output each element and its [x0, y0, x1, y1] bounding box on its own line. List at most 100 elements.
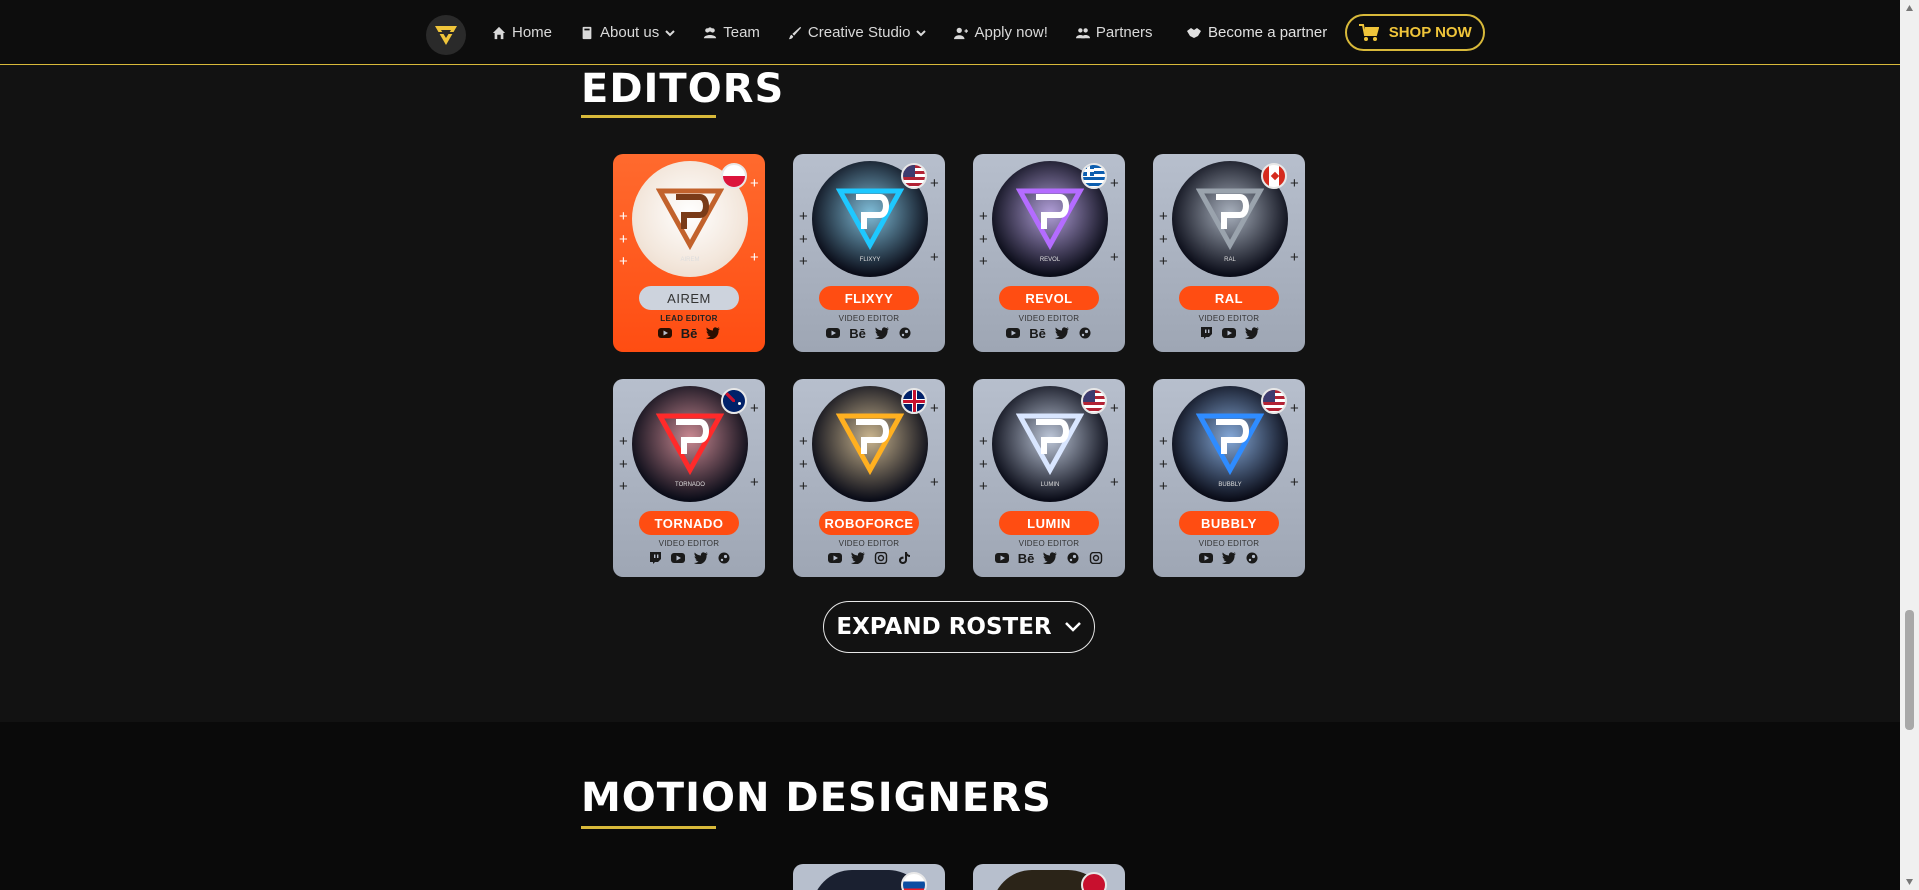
editor-name: AIREM	[639, 286, 739, 310]
scroll-up-icon[interactable]	[1905, 4, 1914, 12]
top-navbar: Home About us Team Creative Studio Apply now…	[0, 0, 1900, 65]
instagram-icon[interactable]	[1089, 551, 1103, 565]
editor-card[interactable]: + + + + + REVOL REVOL VIDEO EDITOR Bē	[973, 154, 1125, 352]
twitch-icon[interactable]	[1199, 326, 1213, 340]
editor-role: VIDEO EDITOR	[838, 314, 900, 323]
site-logo[interactable]	[426, 15, 466, 55]
book-icon	[582, 26, 592, 39]
motion-designer-card[interactable]	[973, 864, 1125, 890]
plus-decoration-icon: +	[1159, 456, 1168, 473]
twitter-icon[interactable]	[693, 551, 708, 565]
plus-decoration-icon: +	[799, 208, 808, 225]
editor-logo-label: RAL	[1224, 257, 1236, 263]
nav-item-apply-now[interactable]: Apply now!	[954, 24, 1048, 41]
social-links	[793, 551, 945, 565]
twitter-icon[interactable]	[706, 326, 721, 340]
twitter-icon[interactable]	[850, 551, 865, 565]
editor-role: VIDEO EDITOR	[1198, 314, 1260, 323]
editor-card[interactable]: + + + + + ROBOFORCE VIDEO EDITOR	[793, 379, 945, 577]
plus-decoration-icon: +	[750, 400, 759, 417]
scroll-down-icon[interactable]	[1905, 878, 1914, 886]
steam-icon[interactable]	[1078, 326, 1092, 340]
page-scrollbar[interactable]	[1900, 0, 1919, 890]
editor-card[interactable]: + + + + + BUBBLY BUBBLY VIDEO EDITOR	[1153, 379, 1305, 577]
logo-icon	[435, 26, 457, 45]
steam-icon[interactable]	[1066, 551, 1080, 565]
shop-now-button[interactable]: SHOP NOW	[1345, 14, 1486, 51]
editor-card[interactable]: + + + + + LUMIN LUMIN VIDEO EDITOR Bē	[973, 379, 1125, 577]
editor-name: ROBOFORCE	[819, 511, 919, 535]
editor-card[interactable]: + + + + + AIREM AIREM LEAD EDITOR Bē	[613, 154, 765, 352]
editor-name: BUBBLY	[1179, 511, 1279, 535]
nav-item-creative-studio[interactable]: Creative Studio	[788, 24, 927, 41]
editor-logo-icon	[656, 413, 724, 476]
nav-item-home[interactable]: Home	[492, 24, 552, 41]
youtube-icon[interactable]	[1222, 326, 1236, 340]
twitch-icon[interactable]	[648, 551, 662, 565]
scrollbar-thumb[interactable]	[1905, 610, 1914, 730]
youtube-icon[interactable]	[670, 551, 685, 565]
nav-item-label: Creative Studio	[807, 24, 911, 41]
plus-decoration-icon: +	[619, 208, 628, 225]
steam-icon[interactable]	[717, 551, 731, 565]
plus-decoration-icon: +	[1159, 231, 1168, 248]
motion-designer-card[interactable]	[793, 864, 945, 890]
editor-card[interactable]: + + + + + TORNADO TORNADO VIDEO EDITOR	[613, 379, 765, 577]
twitter-icon[interactable]	[1043, 551, 1058, 565]
editors-heading: EDITORS	[581, 66, 785, 112]
plus-decoration-icon: +	[1290, 474, 1299, 491]
nav-item-label: Apply now!	[974, 24, 1048, 41]
plus-decoration-icon: +	[979, 253, 988, 270]
nav-item-about-us[interactable]: About us	[580, 24, 675, 41]
twitter-icon[interactable]	[1054, 326, 1069, 340]
editor-role: VIDEO EDITOR	[838, 539, 900, 548]
youtube-icon[interactable]	[1006, 326, 1021, 340]
nav-item-team[interactable]: Team	[703, 24, 760, 41]
twitter-icon[interactable]	[1245, 326, 1259, 340]
editor-name: RAL	[1179, 286, 1279, 310]
nav-item-label: Partners	[1095, 24, 1153, 41]
become-partner-link[interactable]: Become a partner	[1186, 24, 1327, 41]
shop-now-label: SHOP NOW	[1388, 24, 1472, 41]
behance-icon[interactable]: Bē	[1018, 551, 1035, 566]
editor-card[interactable]: + + + + + RAL RAL VIDEO EDITOR	[1153, 154, 1305, 352]
nav-item-label: Team	[723, 24, 760, 41]
steam-icon[interactable]	[1245, 551, 1259, 565]
plus-decoration-icon: +	[1110, 175, 1119, 192]
youtube-icon[interactable]	[1199, 551, 1213, 565]
twitter-icon[interactable]	[1222, 551, 1236, 565]
become-partner-label: Become a partner	[1208, 24, 1328, 41]
youtube-icon[interactable]	[827, 551, 842, 565]
editor-role: VIDEO EDITOR	[1018, 314, 1080, 323]
steam-icon[interactable]	[898, 326, 912, 340]
plus-decoration-icon: +	[1159, 253, 1168, 270]
editor-logo-label: TORNADO	[675, 482, 705, 488]
expand-roster-button[interactable]: EXPAND ROSTER	[823, 601, 1095, 653]
editor-logo-icon	[1016, 413, 1084, 476]
behance-icon[interactable]: Bē	[1029, 326, 1046, 341]
plus-decoration-icon: +	[1159, 478, 1168, 495]
plus-decoration-icon: +	[799, 231, 808, 248]
editor-name: TORNADO	[639, 511, 739, 535]
plus-decoration-icon: +	[799, 478, 808, 495]
brush-icon	[788, 26, 802, 39]
flag-usa-icon	[901, 163, 927, 189]
social-links	[613, 551, 765, 565]
behance-icon[interactable]: Bē	[681, 326, 698, 341]
social-links: Bē	[793, 326, 945, 341]
editor-name: REVOL	[999, 286, 1099, 310]
social-links	[1153, 551, 1305, 565]
twitter-icon[interactable]	[874, 326, 889, 340]
instagram-icon[interactable]	[874, 551, 888, 565]
youtube-icon[interactable]	[994, 551, 1009, 565]
editor-card[interactable]: + + + + + FLIXYY FLIXYY VIDEO EDITOR Bē	[793, 154, 945, 352]
tiktok-icon[interactable]	[897, 551, 911, 565]
youtube-icon[interactable]	[657, 326, 672, 340]
behance-icon[interactable]: Bē	[849, 326, 866, 341]
editor-logo-icon	[656, 188, 724, 251]
cart-icon	[1358, 23, 1379, 41]
nav-item-partners[interactable]: Partners	[1075, 24, 1153, 41]
youtube-icon[interactable]	[826, 326, 841, 340]
plus-decoration-icon: +	[619, 478, 628, 495]
plus-decoration-icon: +	[799, 433, 808, 450]
